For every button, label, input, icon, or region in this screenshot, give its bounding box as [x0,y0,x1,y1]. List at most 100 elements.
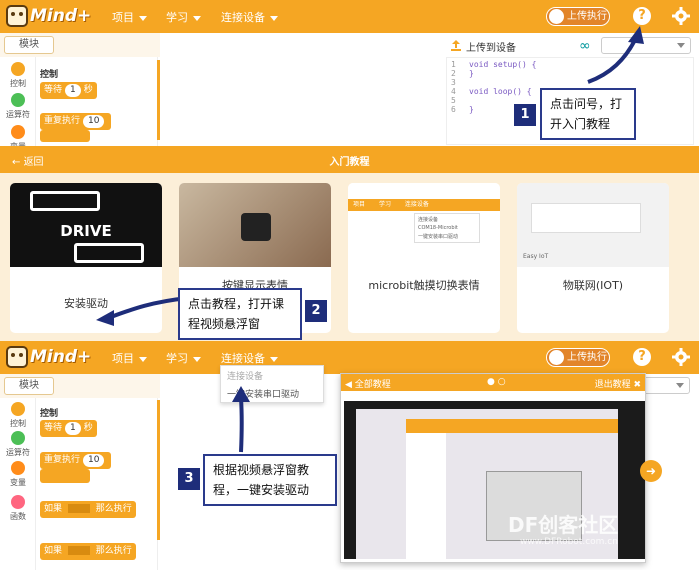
category-functions[interactable]: 函数 [0,495,36,522]
mini-menu-item: 项目 [353,201,366,208]
category-variables[interactable]: 变量 [0,461,36,488]
video-player[interactable]: DF创客社区 www.DFRobot.com.cn [344,401,645,559]
palette-scrollbar[interactable] [157,60,160,140]
card-label: microbit触摸切换表情 [368,279,480,292]
repeat-block[interactable]: 重复执行 10 [40,452,112,469]
code-line: void loop() { [469,87,532,96]
back-button[interactable]: ← 返回 [12,153,44,168]
card-microbit-touch[interactable]: 项目 学习 连接设备 连接设备 COM18-Microbit 一键安装串口驱动 … [348,183,500,333]
upload-icon [451,40,461,51]
mind-plus-logo: Mind+ [6,5,91,29]
block-text: 等待 [44,85,63,95]
menu-connect-label: 连接设备 [221,352,265,365]
callout-text: 程，一键安装驱动 [213,483,310,497]
gear-icon[interactable] [671,6,691,26]
drive-image: DRIVE [10,183,162,267]
callout-arrow-1 [587,26,644,84]
condition-slot[interactable] [67,504,90,513]
dropdown-item-connect[interactable]: 连接设备 [227,369,263,382]
exit-tutorial-button[interactable]: 退出教程 ✖ [595,377,641,390]
block-text: 如果 [44,546,63,556]
block-number[interactable]: 1 [65,84,81,97]
if-then-block[interactable]: 如果 那么执行 [40,501,136,518]
chevron-down-icon [193,15,201,21]
category-operators[interactable]: 运算符 [0,431,36,458]
category-list: 控制 运算符 变量 [0,57,36,146]
gear-icon[interactable] [671,347,691,367]
tab-blocks[interactable]: 模块 [4,377,54,395]
callout-step-2: 点击教程，打开课 程视频悬浮窗 [178,288,302,340]
video-toolbar [406,419,618,433]
toggle-label: 上传执行 [567,352,607,363]
menu-learn-label: 学习 [166,11,188,24]
chevron-down-icon [270,15,278,21]
category-operators[interactable]: 运算符 [0,93,36,120]
block-number[interactable]: 1 [65,422,81,435]
if-then-block[interactable]: 如果 那么执行 [40,543,136,560]
menu-learn[interactable]: 学习 [166,9,201,25]
wait-block[interactable]: 等待 1 秒 [40,420,97,437]
line-number: 3 [451,78,456,87]
help-icon[interactable]: ? [633,7,651,25]
video-panel-header: ◀ 全部教程 ● ○ 退出教程 ✖ [341,374,645,391]
category-control[interactable]: 控制 [0,62,36,89]
palette-tab-row: 模块 [0,374,160,398]
iot-screenshot: Easy IoT [517,183,669,267]
menu-project[interactable]: 项目 [112,350,147,366]
intro-title: 入门教程 [329,157,370,168]
menu-connect-device[interactable]: 连接设备 [221,350,278,366]
step-badge-1: 1 [514,104,536,126]
category-label: 变量 [10,478,26,487]
mini-dropdown-item: 连接设备 [418,217,439,223]
block-text: 重复执行 [44,116,81,126]
chevron-down-icon [270,356,278,362]
block-number[interactable]: 10 [83,115,105,128]
chevron-down-icon [139,15,147,21]
block-palette: 控制 等待 1 秒 重复执行 10 [36,57,158,146]
category-control[interactable]: 控制 [0,402,36,429]
callout-step-3: 根据视频悬浮窗教 程，一键安装驱动 [203,454,337,506]
category-dot [11,125,25,139]
palette-tab-row: 模块 [0,33,160,57]
bottom-toolbar: Mind+ 项目 学习 连接设备 上传执行 ? [0,341,699,374]
category-label: 函数 [10,512,26,521]
logo-text: Mind+ [30,6,92,26]
chevron-down-icon [139,356,147,362]
microbit-board [241,213,271,241]
tab-blocks[interactable]: 模块 [4,36,54,54]
menu-connect-device[interactable]: 连接设备 [221,9,278,25]
upload-to-device-button[interactable]: 上传到设备 [466,39,516,54]
chevron-down-icon [677,43,685,48]
robot-logo-icon [6,5,28,27]
watermark-brand: DF创客社区 [508,513,619,537]
help-icon[interactable]: ? [633,348,651,366]
line-number: 5 [451,96,456,105]
plug-shape [30,191,100,211]
category-label: 控制 [10,419,26,428]
block-number[interactable]: 10 [83,454,105,467]
line-number: 2 [451,69,456,78]
block-text: 等待 [44,423,63,433]
category-variables[interactable]: 变量 [0,125,36,146]
wait-block[interactable]: 等待 1 秒 [40,82,97,99]
code-line: } [469,105,474,114]
menu-project[interactable]: 项目 [112,9,147,25]
iot-table [531,203,641,233]
line-number: 6 [451,105,456,114]
menu-learn[interactable]: 学习 [166,350,201,366]
next-arrow-button[interactable]: ➜ [640,460,662,482]
card-iot[interactable]: Easy IoT 物联网(IOT) [517,183,669,333]
palette-title: 控制 [40,70,59,80]
iot-mini-text: Easy IoT [523,253,549,260]
line-number: 1 [451,60,456,69]
category-dot [11,461,25,475]
block-text: 重复执行 [44,455,81,465]
callout-text: 根据视频悬浮窗教 [213,463,310,477]
upload-mode-toggle[interactable]: 上传执行 [546,348,610,367]
category-label: 控制 [10,79,26,88]
repeat-block[interactable]: 重复执行 10 [40,113,112,130]
condition-slot[interactable] [67,546,90,555]
mini-dropdown-item: COM18-Microbit [418,225,458,231]
drive-text: DRIVE [60,222,112,240]
all-tutorials-button[interactable]: ◀ 全部教程 [345,377,391,390]
